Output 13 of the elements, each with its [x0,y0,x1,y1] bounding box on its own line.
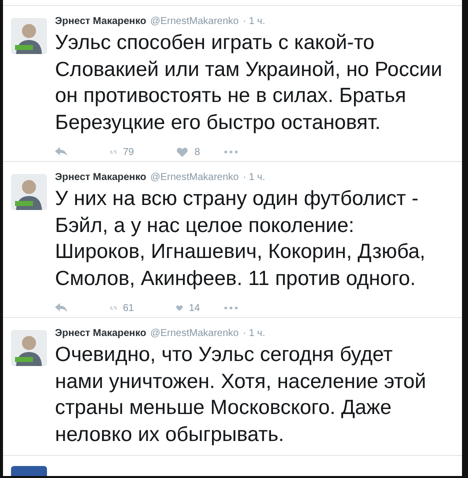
author-handle: @ErnestMakarenko [150,327,239,341]
like-count: 14 [188,302,200,314]
author-handle: @ErnestMakarenko [150,171,239,185]
author-name[interactable]: Эрнест Макаренко [55,14,146,30]
retweet-count: 61 [122,302,134,314]
like-count: 8 [194,146,200,158]
tweet-text: Очевидно, что Уэльс сегодня будет нами уничтожен. Хотя, население этой страны меньше Московского. Даже неловко их обыгрывать. [55,342,428,448]
retweet-count: 79 [122,146,134,158]
author-handle: @ErnestMakarenko [150,15,239,29]
tweet-text: У них на всю страну один футболист - Бэйл, а у нас целое поколение: Широков, Игнашевич, Кокорин, Дзюба, Смолов, Акинфеев. 11 против одного. [55,186,426,292]
author-name[interactable]: Эрнест Макаренко [55,170,146,186]
author-name[interactable]: Эрнест Макаренко [55,326,146,342]
tweet-text: Уэльс способен играть с какой-то Словакией или там Украиной, но России он противостоять не в силах. Братья Березуцкие его быстро остановят. [55,30,444,136]
